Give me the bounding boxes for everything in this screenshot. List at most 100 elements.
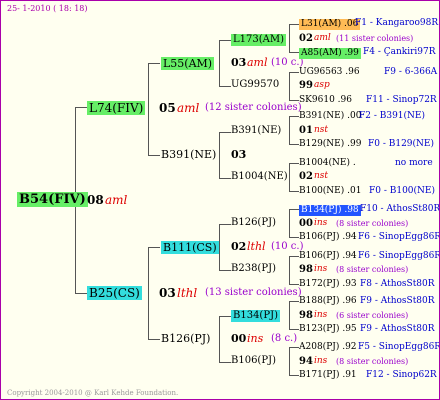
pp-year: 03 <box>231 56 247 69</box>
g4-queen-5a[interactable]: B134(PJ) .98 <box>299 205 361 216</box>
g4-info-6a: F6 - SinopEgg86R <box>358 251 440 261</box>
dam-sister-count: (13 sister colonies) <box>205 287 302 298</box>
root-year: 08 <box>87 193 104 207</box>
g3-line-code-6: ins <box>314 264 328 274</box>
g4-queen-8b[interactable]: B171(PJ) .91 <box>299 371 357 380</box>
pp-line-code: aml <box>247 56 268 69</box>
connector-line <box>219 224 220 270</box>
g4-info-8b: F12 - Sinop62R <box>366 370 437 380</box>
dam-year: 03 <box>159 286 176 300</box>
connector-line <box>219 40 220 86</box>
g3-queen-1[interactable]: L173(AM) <box>231 34 286 46</box>
g3-year-5: 00 <box>299 218 313 229</box>
g4-queen-6a[interactable]: B106(PJ) .94 <box>299 252 357 261</box>
dam-line-code: lthl <box>177 286 198 300</box>
g4-queen-7b[interactable]: B123(PJ) .95 <box>299 325 357 334</box>
g3-year-8: 94 <box>299 356 313 367</box>
g3-year-4: 02 <box>299 171 313 182</box>
g3-sister-count-8: (8 sister colonies) <box>336 357 409 366</box>
connector-line <box>289 144 299 145</box>
g4-info-2b: F11 - Sinop72R <box>366 95 437 105</box>
connector-line <box>219 86 231 87</box>
g4-queen-5b[interactable]: B106(PJ) .94 <box>299 233 357 242</box>
connector-line <box>148 247 149 339</box>
g3-queen-2[interactable]: UG99570 <box>231 80 279 90</box>
g4-info-6b: F8 - AthosSt80R <box>360 279 435 289</box>
connector-line <box>75 293 87 294</box>
g4-info-4b: F0 - B100(NE) <box>369 186 435 196</box>
g3-queen-6[interactable]: B238(PJ) <box>231 264 276 274</box>
g3-line-code-7: ins <box>314 310 328 320</box>
connector-line <box>289 256 290 284</box>
g3-sister-count-1: (11 sister colonies) <box>336 34 414 43</box>
g3-year-7: 98 <box>299 310 313 321</box>
connector-line <box>148 63 149 155</box>
mp-queen[interactable]: B111(CS) <box>161 241 219 254</box>
g3-queen-7[interactable]: B134(PJ) <box>231 310 280 322</box>
connector-line <box>219 178 231 179</box>
g4-queen-4b[interactable]: B100(NE) .01 <box>299 187 361 196</box>
mm-line-code: ins <box>247 332 264 345</box>
g4-queen-8a[interactable]: A208(PJ) .92 <box>299 343 357 352</box>
g4-info-1b: F4 - Çankiri97R <box>363 47 436 57</box>
g4-info-5b: F6 - SinopEgg86R <box>358 232 440 242</box>
connector-line <box>289 163 290 191</box>
connector-line <box>219 132 220 178</box>
connector-line <box>219 40 231 41</box>
g3-line-code-8: ins <box>314 356 328 366</box>
connector-line <box>289 329 299 330</box>
copyright-footer: Copyright 2004-2010 @ Karl Kehde Foundat… <box>7 389 179 397</box>
g3-year-2: 99 <box>299 80 313 91</box>
g4-queen-7a[interactable]: B188(PJ) .96 <box>299 297 357 306</box>
connector-line <box>289 52 299 53</box>
connector-line <box>219 224 231 225</box>
g4-queen-2a[interactable]: UG96563 .96 <box>299 68 360 77</box>
connector-line <box>219 132 231 133</box>
pm-queen[interactable]: B391(NE) <box>161 149 216 160</box>
sire-line-code: aml <box>177 101 200 115</box>
g3-queen-5[interactable]: B126(PJ) <box>231 218 276 228</box>
connector-line <box>289 72 299 73</box>
g3-line-code-3: nst <box>314 125 329 135</box>
connector-line <box>289 24 290 52</box>
connector-line <box>289 24 299 25</box>
g3-queen-4[interactable]: B1004(NE) <box>231 172 288 182</box>
connector-line <box>289 72 290 100</box>
connector-line <box>289 163 299 164</box>
connector-line <box>148 63 160 64</box>
g3-line-code-4: nst <box>314 171 329 181</box>
g4-queen-4a[interactable]: B1004(NE) . <box>299 159 356 168</box>
connector-line <box>289 209 290 237</box>
connector-line <box>289 284 299 285</box>
g4-info-1a: F1 - Kangaroo98R <box>355 18 439 28</box>
g3-queen-3[interactable]: B391(NE) <box>231 126 281 136</box>
g4-queen-3b[interactable]: B129(NE) .99 <box>299 140 361 149</box>
connector-line <box>289 209 299 210</box>
g4-info-7b: F9 - AthosSt80R <box>360 324 435 334</box>
g4-queen-6b[interactable]: B172(PJ) .93 <box>299 280 357 289</box>
g3-queen-8[interactable]: B106(PJ) <box>231 356 276 366</box>
sire-queen[interactable]: L74(FIV) <box>87 101 146 115</box>
g4-queen-1b[interactable]: A85(AM) .99 <box>299 48 361 59</box>
connector-line <box>219 362 231 363</box>
g4-queen-1a[interactable]: L31(AM) .06 <box>299 19 361 30</box>
sire-year: 05 <box>159 101 176 115</box>
mm-queen[interactable]: B126(PJ) <box>161 333 210 344</box>
sire-sister-count: (12 sister colonies) <box>205 102 302 113</box>
g4-queen-3a[interactable]: B391(NE) .00 <box>299 112 361 121</box>
connector-line <box>289 301 290 329</box>
root-line-code: aml <box>105 193 128 207</box>
root-queen[interactable]: B54(FIV) <box>17 192 88 207</box>
g4-queen-2b[interactable]: SK9610 .96 <box>299 96 352 105</box>
pp-queen[interactable]: L55(AM) <box>161 57 215 70</box>
g3-year-3: 01 <box>299 125 313 136</box>
pm-year: 03 <box>231 148 247 161</box>
connector-line <box>289 100 299 101</box>
connector-line <box>289 347 299 348</box>
connector-line <box>148 155 160 156</box>
dam-queen[interactable]: B25(CS) <box>87 286 142 300</box>
mm-year: 00 <box>231 332 247 345</box>
g4-info-5a: F10 - AthosSt80R <box>360 204 440 214</box>
connector-line <box>289 116 290 144</box>
g4-info-8a: F5 - SinopEgg86R <box>358 342 440 352</box>
